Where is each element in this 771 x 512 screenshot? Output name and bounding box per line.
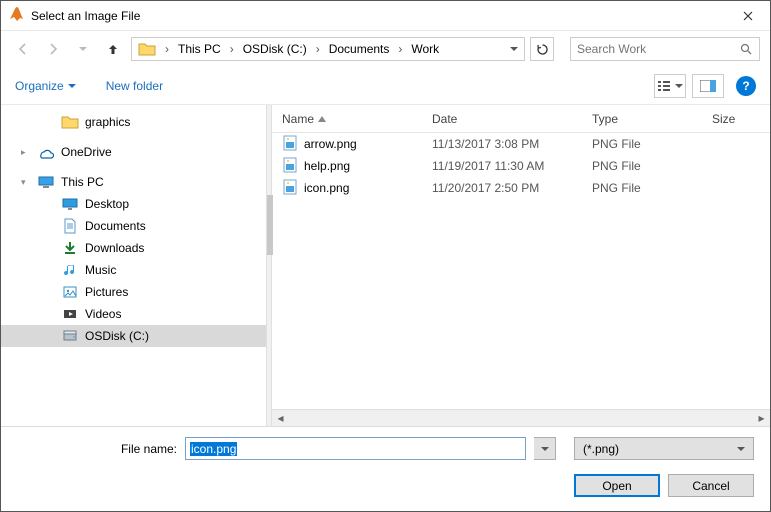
new-folder-button[interactable]: New folder bbox=[106, 79, 163, 93]
column-type[interactable]: Type bbox=[582, 112, 702, 126]
tree-item-desktop[interactable]: Desktop bbox=[1, 193, 266, 215]
column-headers[interactable]: Name Date Type Size bbox=[272, 105, 770, 133]
scroll-left-icon[interactable]: ◂ bbox=[272, 410, 289, 427]
nav-tree[interactable]: graphics ▸ OneDrive ▾ This PC Desktop Document… bbox=[1, 105, 266, 426]
scroll-right-icon[interactable]: ▸ bbox=[753, 410, 770, 427]
column-date[interactable]: Date bbox=[422, 112, 582, 126]
matlab-icon bbox=[9, 6, 25, 25]
file-row[interactable]: arrow.png 11/13/2017 3:08 PMPNG File bbox=[272, 133, 770, 155]
chevron-right-icon[interactable]: › bbox=[227, 42, 237, 56]
search-box[interactable] bbox=[570, 37, 760, 61]
documents-icon bbox=[61, 218, 79, 234]
file-date: 11/13/2017 3:08 PM bbox=[422, 137, 582, 151]
filename-history-dropdown[interactable] bbox=[534, 437, 556, 460]
downloads-icon bbox=[61, 240, 79, 256]
cancel-button[interactable]: Cancel bbox=[668, 474, 754, 497]
search-icon bbox=[740, 43, 753, 56]
tree-item-label: Music bbox=[85, 263, 116, 277]
refresh-button[interactable] bbox=[530, 37, 554, 61]
folder-icon bbox=[134, 39, 160, 59]
filter-label: (*.png) bbox=[583, 442, 619, 456]
folder-icon bbox=[61, 114, 79, 130]
file-name: arrow.png bbox=[304, 137, 357, 151]
tree-item-label: Pictures bbox=[85, 285, 128, 299]
column-name[interactable]: Name bbox=[272, 112, 422, 126]
organize-menu[interactable]: Organize bbox=[15, 79, 76, 93]
expand-icon[interactable]: ▾ bbox=[21, 177, 31, 188]
column-size[interactable]: Size bbox=[702, 112, 770, 126]
tree-item-label: OneDrive bbox=[61, 145, 112, 159]
expand-icon[interactable]: ▸ bbox=[21, 147, 31, 158]
desktop-icon bbox=[61, 196, 79, 212]
tree-item-graphics[interactable]: graphics bbox=[1, 111, 266, 133]
file-type: PNG File bbox=[582, 137, 702, 151]
filename-input[interactable]: icon.png bbox=[185, 437, 526, 460]
file-name: icon.png bbox=[304, 181, 349, 195]
close-button[interactable] bbox=[725, 1, 770, 31]
tree-item-documents[interactable]: Documents bbox=[1, 215, 266, 237]
pictures-icon bbox=[61, 284, 79, 300]
breadcrumb-seg-0[interactable]: This PC bbox=[174, 39, 225, 59]
png-file-icon bbox=[282, 179, 298, 198]
tree-item-this-pc[interactable]: ▾ This PC bbox=[1, 171, 266, 193]
address-bar[interactable]: › This PC › OSDisk (C:) › Documents › Wo… bbox=[131, 37, 525, 61]
open-button[interactable]: Open bbox=[574, 474, 660, 497]
search-input[interactable] bbox=[577, 42, 740, 56]
file-row[interactable]: icon.png 11/20/2017 2:50 PMPNG File bbox=[272, 177, 770, 199]
breadcrumb-seg-2[interactable]: Documents bbox=[325, 39, 394, 59]
tree-item-label: Videos bbox=[85, 307, 121, 321]
tree-item-label: graphics bbox=[85, 115, 130, 129]
tree-item-label: Downloads bbox=[85, 241, 144, 255]
chevron-right-icon[interactable]: › bbox=[313, 42, 323, 56]
tree-item-label: Documents bbox=[85, 219, 146, 233]
tree-item-label: OSDisk (C:) bbox=[85, 329, 149, 343]
tree-item-pictures[interactable]: Pictures bbox=[1, 281, 266, 303]
file-type: PNG File bbox=[582, 181, 702, 195]
onedrive-icon bbox=[37, 144, 55, 160]
nav-back-button[interactable] bbox=[11, 37, 35, 61]
view-options-button[interactable] bbox=[654, 74, 686, 98]
filename-label: File name: bbox=[17, 442, 177, 456]
tree-item-onedrive[interactable]: ▸ OneDrive bbox=[1, 141, 266, 163]
music-icon bbox=[61, 262, 79, 278]
file-date: 11/20/2017 2:50 PM bbox=[422, 181, 582, 195]
tree-item-osdisk-c-[interactable]: OSDisk (C:) bbox=[1, 325, 266, 347]
preview-pane-button[interactable] bbox=[692, 74, 724, 98]
file-date: 11/19/2017 11:30 AM bbox=[422, 159, 582, 173]
tree-item-label: This PC bbox=[61, 175, 104, 189]
png-file-icon bbox=[282, 135, 298, 154]
nav-up-button[interactable] bbox=[101, 37, 125, 61]
file-type-filter[interactable]: (*.png) bbox=[574, 437, 754, 460]
tree-item-videos[interactable]: Videos bbox=[1, 303, 266, 325]
filename-value: icon.png bbox=[190, 442, 237, 456]
tree-item-downloads[interactable]: Downloads bbox=[1, 237, 266, 259]
file-row[interactable]: help.png 11/19/2017 11:30 AMPNG File bbox=[272, 155, 770, 177]
help-button[interactable]: ? bbox=[736, 76, 756, 96]
window-title: Select an Image File bbox=[31, 9, 725, 23]
sort-asc-icon bbox=[318, 116, 326, 122]
breadcrumb-seg-1[interactable]: OSDisk (C:) bbox=[239, 39, 311, 59]
breadcrumb-seg-3[interactable]: Work bbox=[407, 39, 443, 59]
tree-item-music[interactable]: Music bbox=[1, 259, 266, 281]
png-file-icon bbox=[282, 157, 298, 176]
pc-icon bbox=[37, 174, 55, 190]
address-dropdown[interactable] bbox=[506, 39, 522, 59]
disk-icon bbox=[61, 328, 79, 344]
chevron-right-icon[interactable]: › bbox=[162, 42, 172, 56]
nav-forward-button[interactable] bbox=[41, 37, 65, 61]
recent-locations-button[interactable] bbox=[71, 37, 95, 61]
file-name: help.png bbox=[304, 159, 350, 173]
chevron-right-icon[interactable]: › bbox=[395, 42, 405, 56]
organize-label: Organize bbox=[15, 79, 64, 93]
horizontal-scrollbar[interactable]: ◂ ▸ bbox=[272, 409, 770, 426]
file-type: PNG File bbox=[582, 159, 702, 173]
videos-icon bbox=[61, 306, 79, 322]
tree-item-label: Desktop bbox=[85, 197, 129, 211]
